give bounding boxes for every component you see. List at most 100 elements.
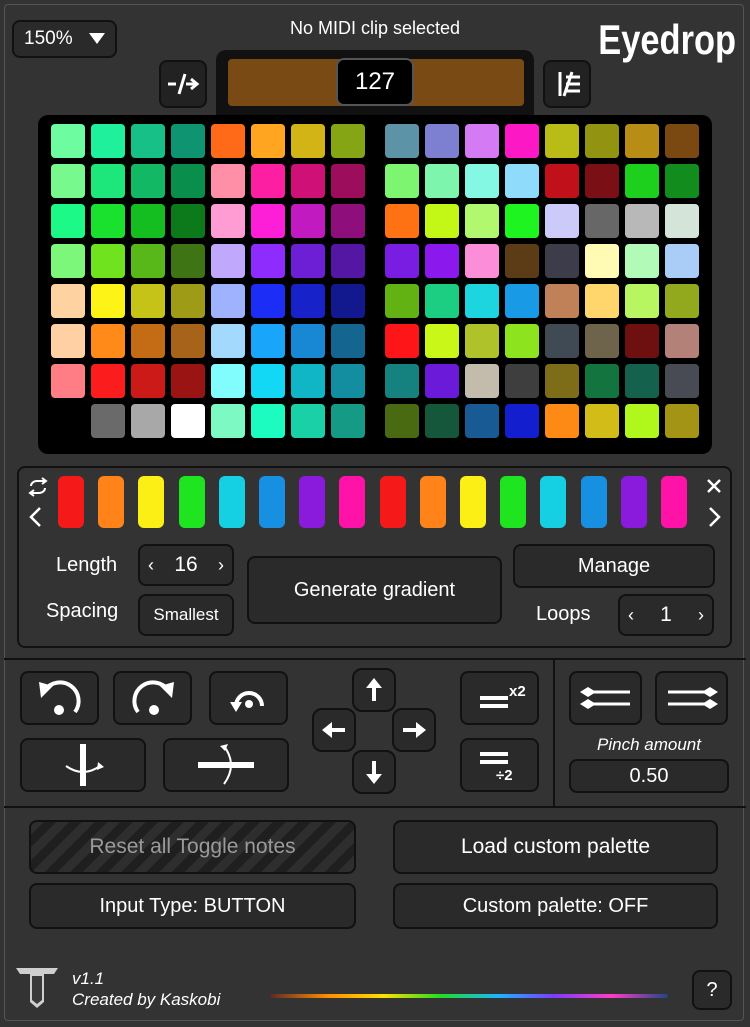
pad-right-4-7[interactable] xyxy=(665,284,699,318)
pad-left-3-0[interactable] xyxy=(51,244,85,278)
flip-horizontal-button[interactable] xyxy=(20,738,146,792)
pad-right-1-1[interactable] xyxy=(425,164,459,198)
pinch-amount-field[interactable]: 0.50 xyxy=(569,759,729,793)
rotate-left-button[interactable] xyxy=(20,671,99,725)
pad-left-4-6[interactable] xyxy=(291,284,325,318)
pad-right-3-6[interactable] xyxy=(625,244,659,278)
pad-right-5-5[interactable] xyxy=(585,324,619,358)
pad-left-7-1[interactable] xyxy=(91,404,125,438)
pad-right-4-2[interactable] xyxy=(465,284,499,318)
pad-left-5-3[interactable] xyxy=(171,324,205,358)
chevron-left-icon[interactable]: ‹ xyxy=(148,555,154,576)
pad-left-7-7[interactable] xyxy=(331,404,365,438)
pad-right-0-5[interactable] xyxy=(585,124,619,158)
pad-left-2-5[interactable] xyxy=(251,204,285,238)
pad-left-4-1[interactable] xyxy=(91,284,125,318)
pad-left-3-4[interactable] xyxy=(211,244,245,278)
shift-down-button[interactable] xyxy=(352,750,396,794)
pad-right-4-0[interactable] xyxy=(385,284,419,318)
pad-right-2-7[interactable] xyxy=(665,204,699,238)
gradient-step[interactable] xyxy=(580,476,607,528)
pad-left-6-2[interactable] xyxy=(131,364,165,398)
pad-right-7-6[interactable] xyxy=(625,404,659,438)
pad-right-1-5[interactable] xyxy=(585,164,619,198)
pad-left-2-0[interactable] xyxy=(51,204,85,238)
pad-left-7-5[interactable] xyxy=(251,404,285,438)
pad-left-5-4[interactable] xyxy=(211,324,245,358)
pad-right-4-1[interactable] xyxy=(425,284,459,318)
gradient-step[interactable] xyxy=(98,476,125,528)
pad-left-2-4[interactable] xyxy=(211,204,245,238)
pad-right-7-2[interactable] xyxy=(465,404,499,438)
pad-left-0-7[interactable] xyxy=(331,124,365,158)
chevron-right-icon[interactable]: › xyxy=(698,605,704,626)
pad-left-2-7[interactable] xyxy=(331,204,365,238)
pad-right-7-4[interactable] xyxy=(545,404,579,438)
pad-right-1-6[interactable] xyxy=(625,164,659,198)
pad-left-4-3[interactable] xyxy=(171,284,205,318)
pinch-out-button[interactable] xyxy=(655,671,728,725)
rotate-180-button[interactable] xyxy=(209,671,288,725)
half-length-button[interactable]: ÷2 xyxy=(460,738,539,792)
pad-left-5-2[interactable] xyxy=(131,324,165,358)
pad-left-3-1[interactable] xyxy=(91,244,125,278)
pad-right-0-2[interactable] xyxy=(465,124,499,158)
pad-right-1-2[interactable] xyxy=(465,164,499,198)
shift-up-button[interactable] xyxy=(352,668,396,712)
pad-left-6-1[interactable] xyxy=(91,364,125,398)
pad-left-4-7[interactable] xyxy=(331,284,365,318)
flip-vertical-button[interactable] xyxy=(163,738,289,792)
split-arrow-icon-button[interactable] xyxy=(159,60,207,108)
pad-right-6-1[interactable] xyxy=(425,364,459,398)
spacing-dropdown[interactable]: Smallest xyxy=(138,594,234,636)
pad-right-3-3[interactable] xyxy=(505,244,539,278)
pad-left-0-5[interactable] xyxy=(251,124,285,158)
merge-icon-button[interactable] xyxy=(543,60,591,108)
pad-right-2-2[interactable] xyxy=(465,204,499,238)
pad-left-0-0[interactable] xyxy=(51,124,85,158)
pad-left-7-2[interactable] xyxy=(131,404,165,438)
shift-left-button[interactable] xyxy=(312,708,356,752)
pad-left-1-3[interactable] xyxy=(171,164,205,198)
pad-left-6-4[interactable] xyxy=(211,364,245,398)
close-icon[interactable] xyxy=(706,478,722,499)
pad-left-3-7[interactable] xyxy=(331,244,365,278)
custom-palette-toggle[interactable]: Custom palette: OFF xyxy=(393,883,718,929)
pad-right-3-1[interactable] xyxy=(425,244,459,278)
pad-left-0-6[interactable] xyxy=(291,124,325,158)
pad-left-1-4[interactable] xyxy=(211,164,245,198)
pad-left-6-0[interactable] xyxy=(51,364,85,398)
pad-left-1-6[interactable] xyxy=(291,164,325,198)
pad-left-4-2[interactable] xyxy=(131,284,165,318)
gradient-step[interactable] xyxy=(339,476,366,528)
pad-left-0-1[interactable] xyxy=(91,124,125,158)
load-custom-palette-button[interactable]: Load custom palette xyxy=(393,820,718,874)
reset-toggle-notes-button[interactable]: Reset all Toggle notes xyxy=(29,820,356,874)
pad-right-0-4[interactable] xyxy=(545,124,579,158)
gradient-step[interactable] xyxy=(218,476,245,528)
rotate-right-button[interactable] xyxy=(113,671,192,725)
pad-right-4-6[interactable] xyxy=(625,284,659,318)
pad-right-4-3[interactable] xyxy=(505,284,539,318)
pad-left-5-0[interactable] xyxy=(51,324,85,358)
pad-right-6-0[interactable] xyxy=(385,364,419,398)
pad-left-3-3[interactable] xyxy=(171,244,205,278)
pad-right-2-3[interactable] xyxy=(505,204,539,238)
help-button[interactable]: ? xyxy=(692,970,732,1010)
pad-right-3-4[interactable] xyxy=(545,244,579,278)
pad-left-1-1[interactable] xyxy=(91,164,125,198)
pad-right-1-3[interactable] xyxy=(505,164,539,198)
pad-right-3-5[interactable] xyxy=(585,244,619,278)
pad-right-5-0[interactable] xyxy=(385,324,419,358)
pad-right-0-6[interactable] xyxy=(625,124,659,158)
pad-right-2-1[interactable] xyxy=(425,204,459,238)
length-stepper[interactable]: ‹ 16 › xyxy=(138,544,234,586)
pad-right-7-0[interactable] xyxy=(385,404,419,438)
pad-left-1-0[interactable] xyxy=(51,164,85,198)
scroll-left-icon[interactable] xyxy=(28,506,44,533)
pad-left-5-7[interactable] xyxy=(331,324,365,358)
gradient-step[interactable] xyxy=(259,476,285,528)
pad-right-2-4[interactable] xyxy=(545,204,579,238)
pad-right-5-3[interactable] xyxy=(505,324,539,358)
pad-right-7-3[interactable] xyxy=(505,404,539,438)
